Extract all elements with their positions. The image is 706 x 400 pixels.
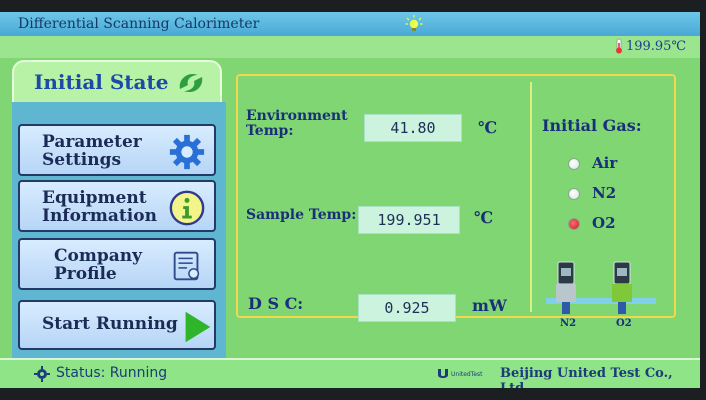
equipment-information-label: Equipment Information	[42, 189, 157, 225]
sample-temp-label: Sample Temp:	[246, 207, 357, 223]
equipment-information-button[interactable]: Equipment Information	[18, 180, 216, 232]
temperature-readout: 199.95℃	[614, 38, 686, 54]
company-profile-button[interactable]: Company Profile	[18, 238, 216, 290]
status-gear-icon	[34, 366, 50, 382]
equipment-information-line1: Equipment	[42, 188, 147, 208]
gas-label-air: Air	[592, 154, 618, 172]
parameter-settings-line2: Settings	[42, 150, 122, 170]
initial-state-label: Initial State	[34, 70, 169, 94]
dsc-unit: mW	[472, 296, 507, 315]
initial-gas-title: Initial Gas:	[542, 116, 642, 135]
swirl-logo-icon	[179, 73, 203, 93]
gas-label-n2: N2	[592, 184, 617, 202]
tab-initial-state[interactable]: Initial State	[12, 60, 222, 102]
parameter-settings-button[interactable]: Parameter Settings	[18, 124, 216, 176]
lightbulb-icon	[405, 15, 423, 31]
thermometer-icon	[615, 38, 622, 54]
company-brand-small: UnitedTest	[451, 371, 483, 378]
radio-n2[interactable]	[568, 188, 580, 200]
company-logo-icon	[438, 369, 448, 378]
parameter-settings-line1: Parameter	[42, 132, 142, 152]
gear-icon	[169, 134, 205, 170]
top-info-bar: 199.95℃	[0, 36, 700, 58]
hmi-screen: Differential Scanning Calorimeter 199.95…	[0, 12, 700, 388]
environment-temp-unit: ℃	[478, 118, 498, 137]
radio-o2[interactable]	[568, 218, 580, 230]
equipment-information-line2: Information	[42, 206, 157, 226]
valve-diagram-icon	[546, 261, 656, 314]
title-bar: Differential Scanning Calorimeter	[0, 12, 700, 36]
environment-label-line1: Environment	[246, 108, 348, 124]
readings-panel: Environment Temp: 41.80 ℃ Sample Temp: 1…	[236, 74, 676, 329]
dsc-value: 0.925	[358, 294, 456, 322]
sample-temp-unit: ℃	[474, 208, 494, 227]
company-profile-label: Company Profile	[54, 247, 142, 283]
status-bar: Status: Running UnitedTest Beijing Unite…	[0, 358, 700, 388]
window-title: Differential Scanning Calorimeter	[18, 16, 260, 32]
gas-valves: N2 O2	[546, 258, 656, 329]
certificate-icon	[173, 251, 200, 281]
environment-temp-value: 41.80	[364, 114, 462, 142]
n2-valve-icon	[556, 261, 576, 314]
environment-label-line2: Temp:	[246, 123, 294, 139]
radio-air[interactable]	[568, 158, 580, 170]
parameter-settings-label: Parameter Settings	[42, 133, 142, 169]
start-running-button[interactable]: Start Running	[18, 300, 216, 350]
left-menu: Initial State Parameter Settings Equipme…	[12, 60, 226, 360]
info-icon	[169, 190, 205, 226]
status-text: Status: Running	[56, 365, 168, 381]
gas-label-o2: O2	[592, 214, 616, 232]
start-running-label: Start Running	[42, 314, 178, 334]
company-name: Beijing United Test Co., Ltd	[500, 366, 673, 388]
play-icon	[185, 311, 211, 343]
company-profile-line2: Profile	[54, 264, 117, 284]
valve-label-n2: N2	[560, 318, 577, 329]
environment-temp-label: Environment Temp:	[246, 109, 348, 139]
temperature-value: 199.95℃	[625, 38, 686, 54]
valve-label-o2: O2	[616, 318, 632, 329]
dsc-label: D S C:	[248, 294, 304, 313]
company-profile-line1: Company	[54, 246, 142, 266]
o2-valve-icon	[612, 261, 632, 314]
sample-temp-value: 199.951	[358, 206, 460, 234]
panel-divider	[530, 82, 532, 312]
